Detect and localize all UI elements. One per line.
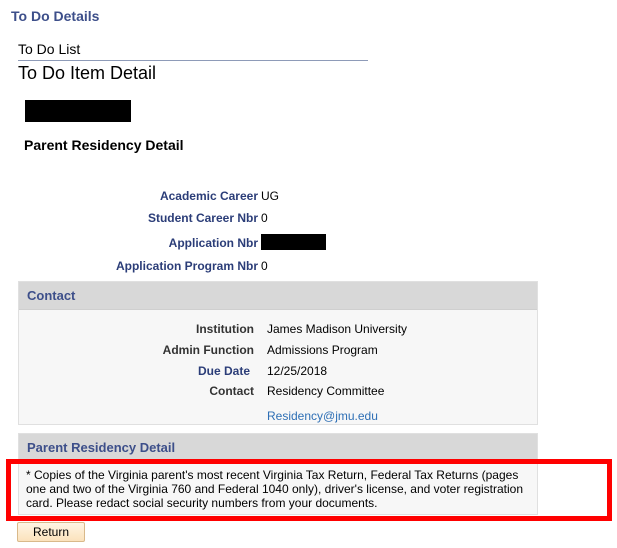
detail-heading: Parent Residency Detail <box>19 434 537 462</box>
contact-heading: Contact <box>19 282 537 310</box>
field-label: Student Career Nbr <box>147 211 258 225</box>
contact-institution: Institution James Madison University <box>19 322 537 338</box>
return-button[interactable]: Return <box>17 522 85 542</box>
field-application-program-nbr: Application Program Nbr 0 <box>0 259 400 275</box>
contact-email-row: Residency@jmu.edu <box>19 409 537 425</box>
breadcrumb-to-do-list[interactable]: To Do List <box>18 41 80 57</box>
contact-person: Contact Residency Committee <box>19 384 537 400</box>
field-label: Contact <box>209 384 254 398</box>
field-value: UG <box>261 189 279 203</box>
field-label: Admin Function <box>162 343 254 357</box>
field-value: Admissions Program <box>267 343 378 357</box>
field-application-nbr: Application Nbr <box>0 234 400 252</box>
contact-email-link[interactable]: Residency@jmu.edu <box>267 409 378 423</box>
field-value: 12/25/2018 <box>267 364 328 378</box>
contact-due-date: Due Date 12/25/2018 <box>19 364 537 380</box>
field-label: Application Nbr <box>168 236 258 250</box>
field-value: 0 <box>261 259 268 273</box>
parent-residency-detail-group: Parent Residency Detail * Copies of the … <box>18 433 538 515</box>
field-value: Residency Committee <box>267 384 385 398</box>
section-title: Parent Residency Detail <box>24 137 184 153</box>
field-value: James Madison University <box>267 322 408 336</box>
field-academic-career: Academic Career UG <box>0 189 400 205</box>
field-label: Application Program Nbr <box>115 259 258 273</box>
contact-group: Contact Institution James Madison Univer… <box>18 281 538 425</box>
field-label: Due Date <box>197 364 250 378</box>
item-title: To Do Item Detail <box>18 63 157 83</box>
detail-description: * Copies of the Virginia parent's most r… <box>26 468 524 510</box>
redacted-student-name <box>25 100 131 122</box>
field-label: Institution <box>196 322 254 336</box>
field-label: Academic Career <box>159 189 258 203</box>
field-value: 0 <box>261 211 268 225</box>
field-student-career-nbr: Student Career Nbr 0 <box>0 211 400 227</box>
redacted-application-nbr <box>261 234 326 250</box>
breadcrumb-divider <box>18 60 368 61</box>
page-title: To Do Details <box>11 8 100 24</box>
contact-admin-function: Admin Function Admissions Program <box>19 343 537 359</box>
